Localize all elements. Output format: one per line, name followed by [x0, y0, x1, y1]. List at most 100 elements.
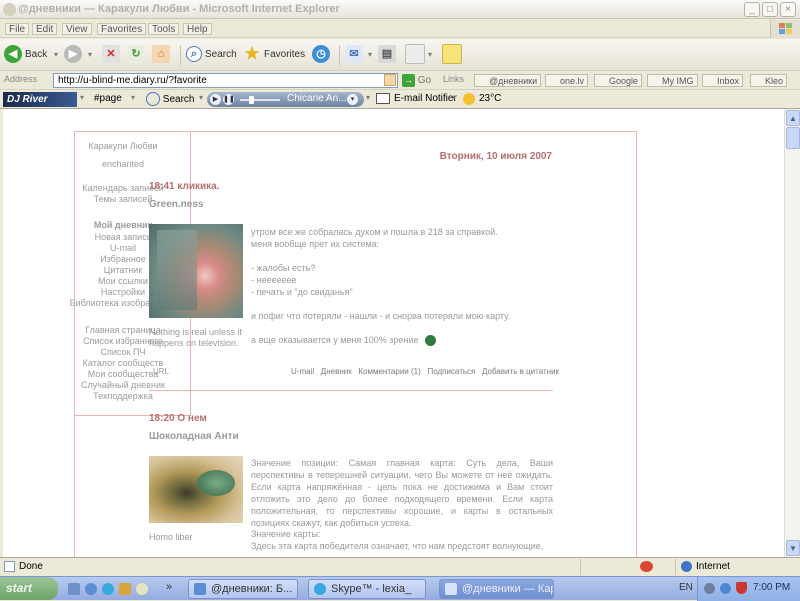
network-icon[interactable]: [704, 583, 715, 594]
menu-help[interactable]: Help: [183, 23, 212, 35]
security-shield-icon[interactable]: [736, 582, 747, 594]
close-button[interactable]: ×: [780, 2, 796, 17]
volume-slider-handle[interactable]: [249, 96, 254, 104]
email-dropdown-icon[interactable]: ▾: [452, 93, 462, 105]
link-kleo[interactable]: Kleo: [750, 74, 788, 87]
post-author[interactable]: Шоколадная Анти: [149, 431, 239, 442]
menu-file[interactable]: File: [5, 23, 30, 35]
quicklaunch-overflow-icon[interactable]: »: [166, 581, 172, 593]
toolbar2-search-button[interactable]: Search: [146, 92, 198, 107]
folder-quicklaunch-icon[interactable]: [119, 583, 131, 595]
mail-button[interactable]: ✉: [345, 43, 367, 67]
home-button[interactable]: ⌂: [152, 43, 174, 67]
popup-blocker-icon[interactable]: [640, 561, 653, 572]
logo-dropdown-icon[interactable]: ▾: [80, 93, 90, 105]
sidebar-item-random-diary[interactable]: Случайный дневник: [33, 380, 213, 390]
address-input[interactable]: http://u-blind-me.diary.ru/?favorite: [53, 73, 398, 88]
action-subscribe[interactable]: Подписаться: [427, 367, 475, 376]
history-button[interactable]: ◷: [312, 43, 334, 67]
page-dropdown-icon[interactable]: ▾: [131, 93, 141, 105]
action-add-quote[interactable]: Добавить в цитатник: [482, 367, 559, 376]
forward-button[interactable]: ▶: [64, 43, 86, 67]
action-umail[interactable]: U-mail: [291, 367, 314, 376]
edit-icon: [405, 44, 425, 65]
player-menu-icon[interactable]: ▾: [347, 94, 358, 105]
pause-icon[interactable]: ❚❚: [223, 94, 235, 105]
page-icon: [4, 561, 15, 572]
minimize-button[interactable]: _: [744, 2, 760, 17]
edit-button[interactable]: [405, 43, 427, 67]
refresh-button[interactable]: ↻: [127, 43, 149, 67]
diary-title[interactable]: Каракули Любви: [33, 141, 213, 151]
post-line: [251, 298, 551, 310]
menu-view[interactable]: View: [62, 23, 92, 35]
media-player: ▶ ❚❚ Chicane An... ▾: [207, 92, 364, 107]
scroll-up-button[interactable]: ▲: [786, 110, 800, 126]
forward-dropdown-icon[interactable]: ▾: [88, 43, 96, 67]
back-button[interactable]: ◀ Back: [4, 43, 54, 67]
system-tray: 7:00 PM: [697, 577, 800, 601]
dj-river-logo[interactable]: DJ River: [3, 92, 77, 107]
action-diary[interactable]: Дневник: [321, 367, 352, 376]
go-button[interactable]: → Go: [402, 73, 436, 88]
post-line: утром все же собралась духом и пошла в 2…: [251, 227, 498, 237]
favorites-button[interactable]: ★ Favorites: [243, 43, 307, 67]
note-button[interactable]: [442, 43, 464, 67]
menu-edit[interactable]: Edit: [32, 23, 58, 35]
stop-button[interactable]: ✕: [102, 43, 124, 67]
action-comments[interactable]: Комментарии (1): [358, 367, 420, 376]
sidebar-item-my-communities[interactable]: Мои сообщества: [33, 369, 213, 379]
post-title[interactable]: 18:41 кликика.: [149, 181, 219, 192]
scroll-down-button[interactable]: ▼: [786, 540, 800, 556]
post-subheading: Значение карты:: [251, 529, 321, 539]
mail-dropdown-icon[interactable]: ▾: [368, 43, 376, 67]
search-label: Search: [205, 49, 237, 60]
start-button[interactable]: start: [0, 577, 58, 600]
link-diary[interactable]: @дневники: [474, 74, 542, 87]
post-title[interactable]: 18:20 О нем: [149, 413, 207, 424]
note-icon: [442, 44, 462, 65]
scrollbar-thumb[interactable]: [786, 127, 800, 149]
print-button[interactable]: ▤: [378, 43, 400, 67]
maximize-button[interactable]: □: [762, 2, 778, 17]
ie-quicklaunch-icon[interactable]: [85, 583, 97, 595]
link-inbox[interactable]: Inbox: [702, 74, 744, 87]
sun-icon: [463, 93, 475, 105]
addon-toolbar: DJ River ▾ #page ▾ Search ▾ ▶ ❚❚ Chicane…: [0, 90, 800, 109]
link-one-lv[interactable]: one.lv: [545, 74, 589, 87]
player-dropdown-icon[interactable]: ▾: [366, 93, 376, 105]
player-quicklaunch-icon[interactable]: [136, 583, 148, 595]
menu-tools[interactable]: Tools: [148, 23, 180, 35]
skype-quicklaunch-icon[interactable]: [102, 583, 114, 595]
go-arrow-icon: →: [402, 73, 415, 87]
vertical-scrollbar[interactable]: ▲ ▼: [784, 109, 800, 557]
favorites-star-icon: ★: [244, 44, 260, 64]
search-icon: ⌕: [186, 46, 202, 63]
page-field[interactable]: #page: [94, 93, 122, 104]
sidebar-item-community-catalog[interactable]: Каталог сообществ: [33, 358, 213, 368]
show-desktop-icon[interactable]: [68, 583, 80, 595]
post-author[interactable]: Green.ness: [149, 199, 203, 210]
email-notifier[interactable]: E-mail Notifier: [394, 93, 457, 104]
link-google[interactable]: Google: [594, 74, 643, 87]
weather-temperature[interactable]: 23°C: [479, 93, 501, 104]
ie-icon: [194, 583, 206, 595]
language-indicator[interactable]: EN: [679, 582, 693, 593]
post-url-link[interactable]: URL: [153, 367, 169, 376]
address-dropdown-icon[interactable]: [384, 74, 396, 86]
play-icon[interactable]: ▶: [210, 94, 221, 105]
sidebar-item-support[interactable]: Техподдержка: [33, 391, 213, 401]
track-name: Chicane An...: [287, 93, 347, 104]
post-line: и пофиг что потеряли - нашли - и снорва …: [251, 311, 511, 321]
search-button[interactable]: ⌕ Search: [186, 43, 238, 67]
security-zone: Internet: [696, 561, 730, 572]
post-line: а еще оказывается у меня 100% зрение: [251, 335, 419, 345]
history-icon: ◷: [312, 45, 330, 64]
volume-slider[interactable]: [240, 99, 280, 101]
edit-dropdown-icon[interactable]: ▾: [428, 43, 436, 67]
skype-tray-icon[interactable]: [720, 583, 731, 594]
links-label: Links: [443, 74, 465, 84]
link-my-img[interactable]: My IMG: [647, 74, 698, 87]
back-dropdown-icon[interactable]: ▾: [54, 43, 62, 67]
menu-favorites[interactable]: Favorites: [97, 23, 147, 35]
